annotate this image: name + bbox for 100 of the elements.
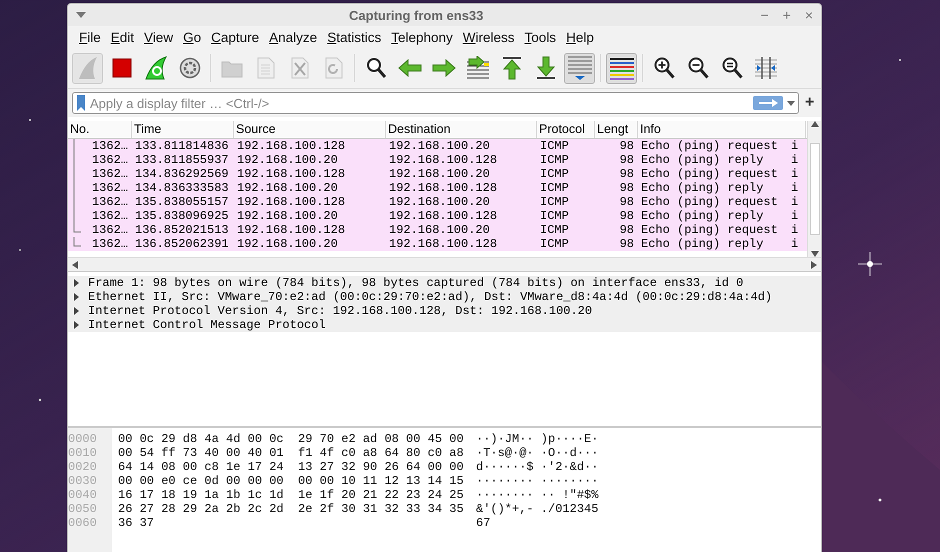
table-cell-text: 98	[618, 237, 635, 251]
packet-row[interactable]: 1362… 134.836292569 192.168.100.128 192.168.100.20 ICMP 98 Echo (ping) request i	[68, 167, 807, 181]
table-cell-text: 192.168.100.20	[388, 195, 491, 209]
menu-caret-icon[interactable]	[76, 12, 86, 18]
table-cell-text: 192.168.100.20	[388, 167, 491, 181]
table-cell-text: 98	[618, 209, 635, 223]
collapsed-arrow-icon[interactable]	[74, 279, 80, 287]
menu-item[interactable]: View	[139, 30, 178, 44]
table-cell-text: 192.168.100.128	[388, 237, 498, 251]
window-title: Capturing from ens33	[348, 8, 484, 22]
column-header[interactable]: Protocol	[537, 121, 595, 138]
menu-item[interactable]: Statistics	[322, 30, 386, 44]
table-cell-text: Echo (ping) request	[640, 195, 779, 209]
detail-row[interactable]: Internet Protocol Version 4, Src: 192.168.100.128, Dst: 192.168.100.20	[68, 304, 821, 318]
table-cell-text: 192.168.100.128	[236, 223, 346, 237]
ascii-text: 67	[476, 516, 490, 530]
add-filter-button[interactable]: +	[805, 94, 817, 112]
table-cell-text: 192.168.100.128	[236, 167, 346, 181]
column-header[interactable]: No.	[68, 121, 132, 138]
scrollbar-thumb[interactable]	[810, 143, 820, 235]
table-cell-text: 136.852062391	[134, 237, 230, 251]
zoom-in-icon	[652, 57, 674, 79]
packet-row[interactable]: 1362… 134.836333583 192.168.100.20 192.168.100.128 ICMP 98 Echo (ping) reply i	[68, 181, 807, 195]
packet-row[interactable]: 1362… 135.838055157 192.168.100.128 192.168.100.20 ICMP 98 Echo (ping) request i	[68, 195, 807, 209]
ascii-text: ··)·JM·· )p····E·	[476, 432, 598, 446]
toolbar-button[interactable]	[564, 52, 595, 84]
gear-icon	[178, 57, 200, 79]
table-cell-text: i	[790, 139, 800, 153]
menu-item[interactable]: Wireless	[458, 30, 520, 44]
table-cell-text: Echo (ping) reply	[640, 237, 764, 251]
table-cell-text: Echo (ping) request	[640, 139, 779, 153]
display-filter-field[interactable]: Apply a display filter … <Ctrl-/>	[72, 92, 799, 114]
zoom-reset-icon	[720, 57, 742, 79]
table-cell-text: 98	[618, 223, 635, 237]
menu-item[interactable]: Tools	[520, 30, 562, 44]
packet-row[interactable]: 1362… 133.811855937 192.168.100.20 192.168.100.128 ICMP 98 Echo (ping) reply i	[68, 153, 807, 167]
offset-label: 0000	[68, 432, 97, 446]
hex-bytes: 00 00 e0 ce 0d 00 00 00 00 00 10 11 12 13 14 15	[118, 474, 465, 488]
window-control[interactable]: −	[760, 7, 769, 23]
offset-label: 0010	[68, 446, 97, 460]
table-cell-text: i	[790, 167, 800, 181]
scroll-up-icon[interactable]	[810, 121, 818, 127]
table-cell-text: ICMP	[539, 139, 570, 153]
table-cell-text: 98	[618, 153, 635, 167]
window-control[interactable]: ×	[804, 7, 813, 23]
detail-text: Internet Control Message Protocol	[88, 318, 326, 332]
offset-label: 0020	[68, 460, 97, 474]
arrow-right-icon	[432, 59, 456, 77]
collapsed-arrow-icon[interactable]	[74, 307, 80, 315]
table-cell-text: 134.836292569	[134, 167, 230, 181]
table-cell-text: 1362…	[90, 153, 129, 167]
table-cell-text: ICMP	[539, 209, 570, 223]
collapsed-arrow-icon[interactable]	[74, 293, 80, 301]
packet-row[interactable]: 1362… 136.852062391 192.168.100.20 192.168.100.128 ICMP 98 Echo (ping) reply i	[68, 237, 807, 251]
table-cell-text: 192.168.100.128	[236, 139, 346, 153]
table-cell-text: ICMP	[539, 195, 570, 209]
table-cell-text: 98	[618, 195, 635, 209]
table-cell-text: ICMP	[539, 223, 570, 237]
table-cell-text: 1362…	[90, 139, 129, 153]
toolbar-button[interactable]	[606, 52, 637, 84]
hex-bytes: 16 17 18 19 1a 1b 1c 1d 1e 1f 20 21 22 23 24 25	[118, 488, 465, 502]
jump-to-line-icon	[466, 56, 490, 80]
column-header[interactable]: Source	[234, 121, 386, 138]
table-cell-text: 98	[618, 139, 635, 153]
ascii-text: ········ ·· !"#$%	[476, 488, 598, 502]
table-cell-text: ICMP	[539, 181, 570, 195]
detail-row[interactable]: Internet Control Message Protocol	[68, 318, 821, 332]
column-header[interactable]: Info	[638, 121, 806, 138]
table-cell-text: i	[790, 153, 800, 167]
menu-item[interactable]: Go	[178, 30, 206, 44]
scroll-left-icon[interactable]	[72, 260, 78, 268]
detail-text: Internet Protocol Version 4, Src: 192.168.100.128, Dst: 192.168.100.20	[88, 304, 592, 318]
table-cell-text: 192.168.100.20	[236, 181, 339, 195]
reload-file-icon	[324, 57, 342, 79]
close-file-icon	[290, 57, 308, 79]
table-cell-text: 1362…	[90, 167, 129, 181]
table-cell-text: 1362…	[90, 209, 129, 223]
menu-item[interactable]: File	[74, 30, 106, 44]
table-cell-text: 192.168.100.20	[236, 237, 339, 251]
menu-item[interactable]: Capture	[206, 30, 264, 44]
column-header[interactable]: Destination	[386, 121, 537, 138]
scroll-right-icon[interactable]	[811, 260, 817, 268]
window-control[interactable]: +	[782, 7, 791, 23]
packet-row[interactable]: 1362… 136.852021513 192.168.100.128 192.168.100.20 ICMP 98 Echo (ping) request i	[68, 223, 807, 237]
table-cell-text: ICMP	[539, 153, 570, 167]
bookmark-icon	[76, 95, 86, 111]
packet-row[interactable]: 1362… 133.811814836 192.168.100.128 192.168.100.20 ICMP 98 Echo (ping) request i	[68, 139, 807, 153]
menu-item[interactable]: Edit	[106, 30, 140, 44]
table-cell-text: 192.168.100.128	[388, 209, 498, 223]
packet-row[interactable]: 1362… 135.838096925 192.168.100.20 192.168.100.128 ICMP 98 Echo (ping) reply i	[68, 209, 807, 223]
hex-bytes: 64 14 08 00 c8 1e 17 24 13 27 32 90 26 64 00 00	[118, 460, 465, 474]
column-header[interactable]: Time	[132, 121, 234, 138]
table-cell-text: 135.838055157	[134, 195, 230, 209]
menu-item[interactable]: Analyze	[264, 30, 322, 44]
menu-item[interactable]: Telephony	[386, 30, 458, 44]
column-header[interactable]: Lengt	[595, 121, 638, 138]
collapsed-arrow-icon[interactable]	[74, 321, 80, 329]
menu-item[interactable]: Help	[561, 30, 599, 44]
hex-bytes: 00 54 ff 73 40 00 40 01 f1 4f c0 a8 64 80 c0 a8	[118, 446, 465, 460]
dropdown-caret-icon[interactable]	[787, 100, 795, 106]
